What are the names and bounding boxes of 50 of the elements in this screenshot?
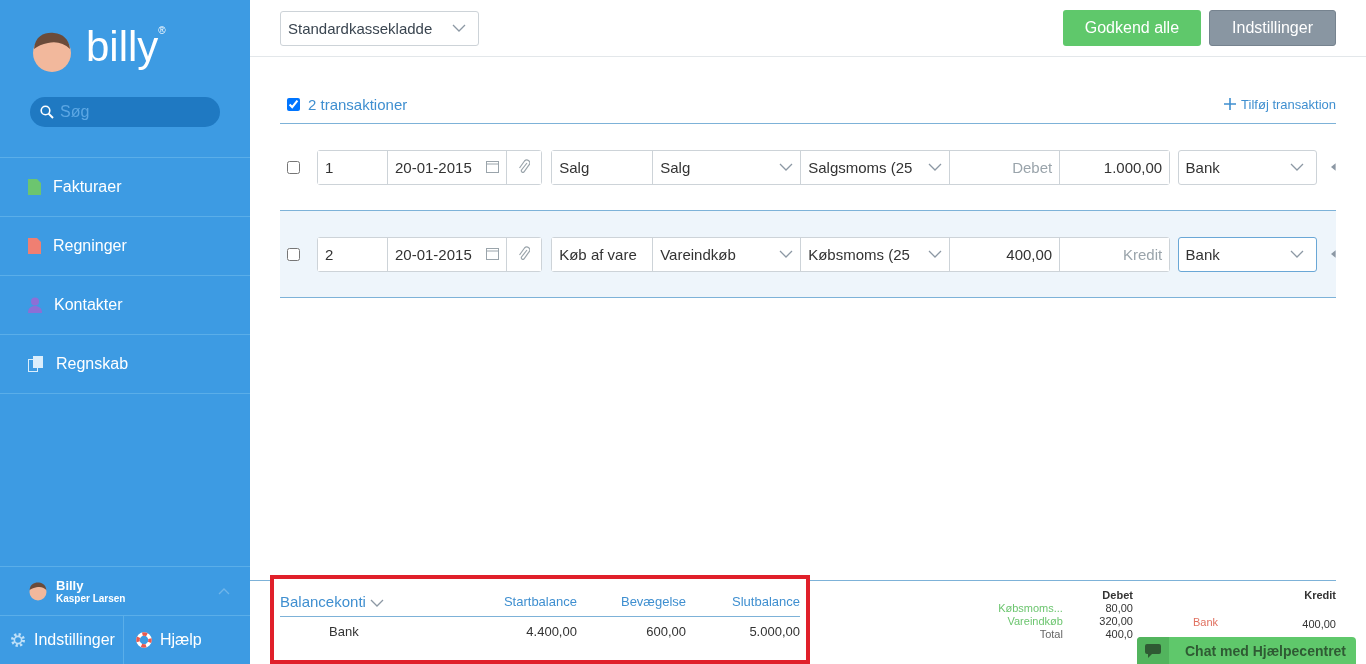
organization-name: Kasper Larsen bbox=[56, 593, 127, 604]
table-cell: 4.400,00 bbox=[454, 616, 577, 639]
row-checkbox[interactable] bbox=[287, 247, 300, 261]
column-header: Slutbalance bbox=[686, 593, 800, 617]
summary-label: Vareindkøb bbox=[1006, 615, 1063, 627]
avatar-icon bbox=[28, 581, 48, 601]
document-icon bbox=[28, 238, 41, 254]
transaction-count: 2 transaktioner bbox=[308, 95, 408, 113]
summary-amount: 80,00 bbox=[1104, 602, 1133, 614]
nav-label: Regninger bbox=[53, 237, 127, 255]
summary-amount: 400,00 bbox=[1301, 618, 1336, 630]
credit-heading: Kredit bbox=[1303, 589, 1336, 601]
debit-heading: Debet bbox=[1101, 589, 1133, 601]
contra-account-select[interactable]: Bank bbox=[1177, 236, 1318, 272]
summary-amount: 320,00 bbox=[1098, 615, 1133, 627]
table-cell: Bank bbox=[280, 616, 455, 639]
user-name: Billy bbox=[56, 578, 85, 593]
gear-icon bbox=[10, 632, 26, 648]
chat-button[interactable]: Chat med Hjælpecentret bbox=[1137, 637, 1356, 664]
row-checkbox[interactable] bbox=[287, 160, 300, 174]
copy-icon bbox=[28, 356, 44, 372]
select-all-checkbox[interactable] bbox=[287, 97, 300, 111]
nav-label: Kontakter bbox=[54, 296, 123, 314]
nav-label: Regnskab bbox=[56, 355, 129, 373]
table-cell: 600,00 bbox=[576, 616, 686, 639]
column-header: Bevægelse bbox=[576, 593, 686, 617]
plus-icon bbox=[1224, 98, 1237, 110]
triangle-icon[interactable] bbox=[1331, 163, 1336, 171]
logo-text: billy® bbox=[86, 26, 166, 68]
nav-label: Fakturaer bbox=[53, 178, 122, 196]
summary-label: Total bbox=[1038, 628, 1063, 640]
summary-label: Købsmoms... bbox=[998, 602, 1063, 614]
person-icon bbox=[28, 297, 42, 313]
journal-select[interactable]: Standardkassekladde bbox=[280, 10, 479, 46]
caret-icon bbox=[1290, 163, 1305, 171]
speech-bubble-icon bbox=[1145, 643, 1161, 658]
caret-icon bbox=[452, 24, 466, 32]
contra-account-select[interactable]: Bank bbox=[1177, 149, 1318, 185]
add-transaction-link[interactable]: Tilføj transaktion bbox=[1224, 96, 1336, 112]
column-header[interactable]: Balancekonti bbox=[280, 593, 455, 617]
search-field[interactable]: Søg bbox=[30, 97, 220, 127]
summary-label: Bank bbox=[1192, 616, 1218, 630]
triangle-icon[interactable] bbox=[1331, 250, 1336, 258]
table-cell: 5.000,00 bbox=[686, 616, 800, 639]
summary-amount: 400,0 bbox=[1104, 628, 1133, 640]
column-header: Startbalance bbox=[454, 593, 577, 617]
sort-caret-icon bbox=[370, 599, 385, 607]
caret-icon bbox=[1290, 250, 1305, 258]
lifebuoy-icon bbox=[135, 632, 152, 648]
document-icon bbox=[28, 179, 41, 195]
